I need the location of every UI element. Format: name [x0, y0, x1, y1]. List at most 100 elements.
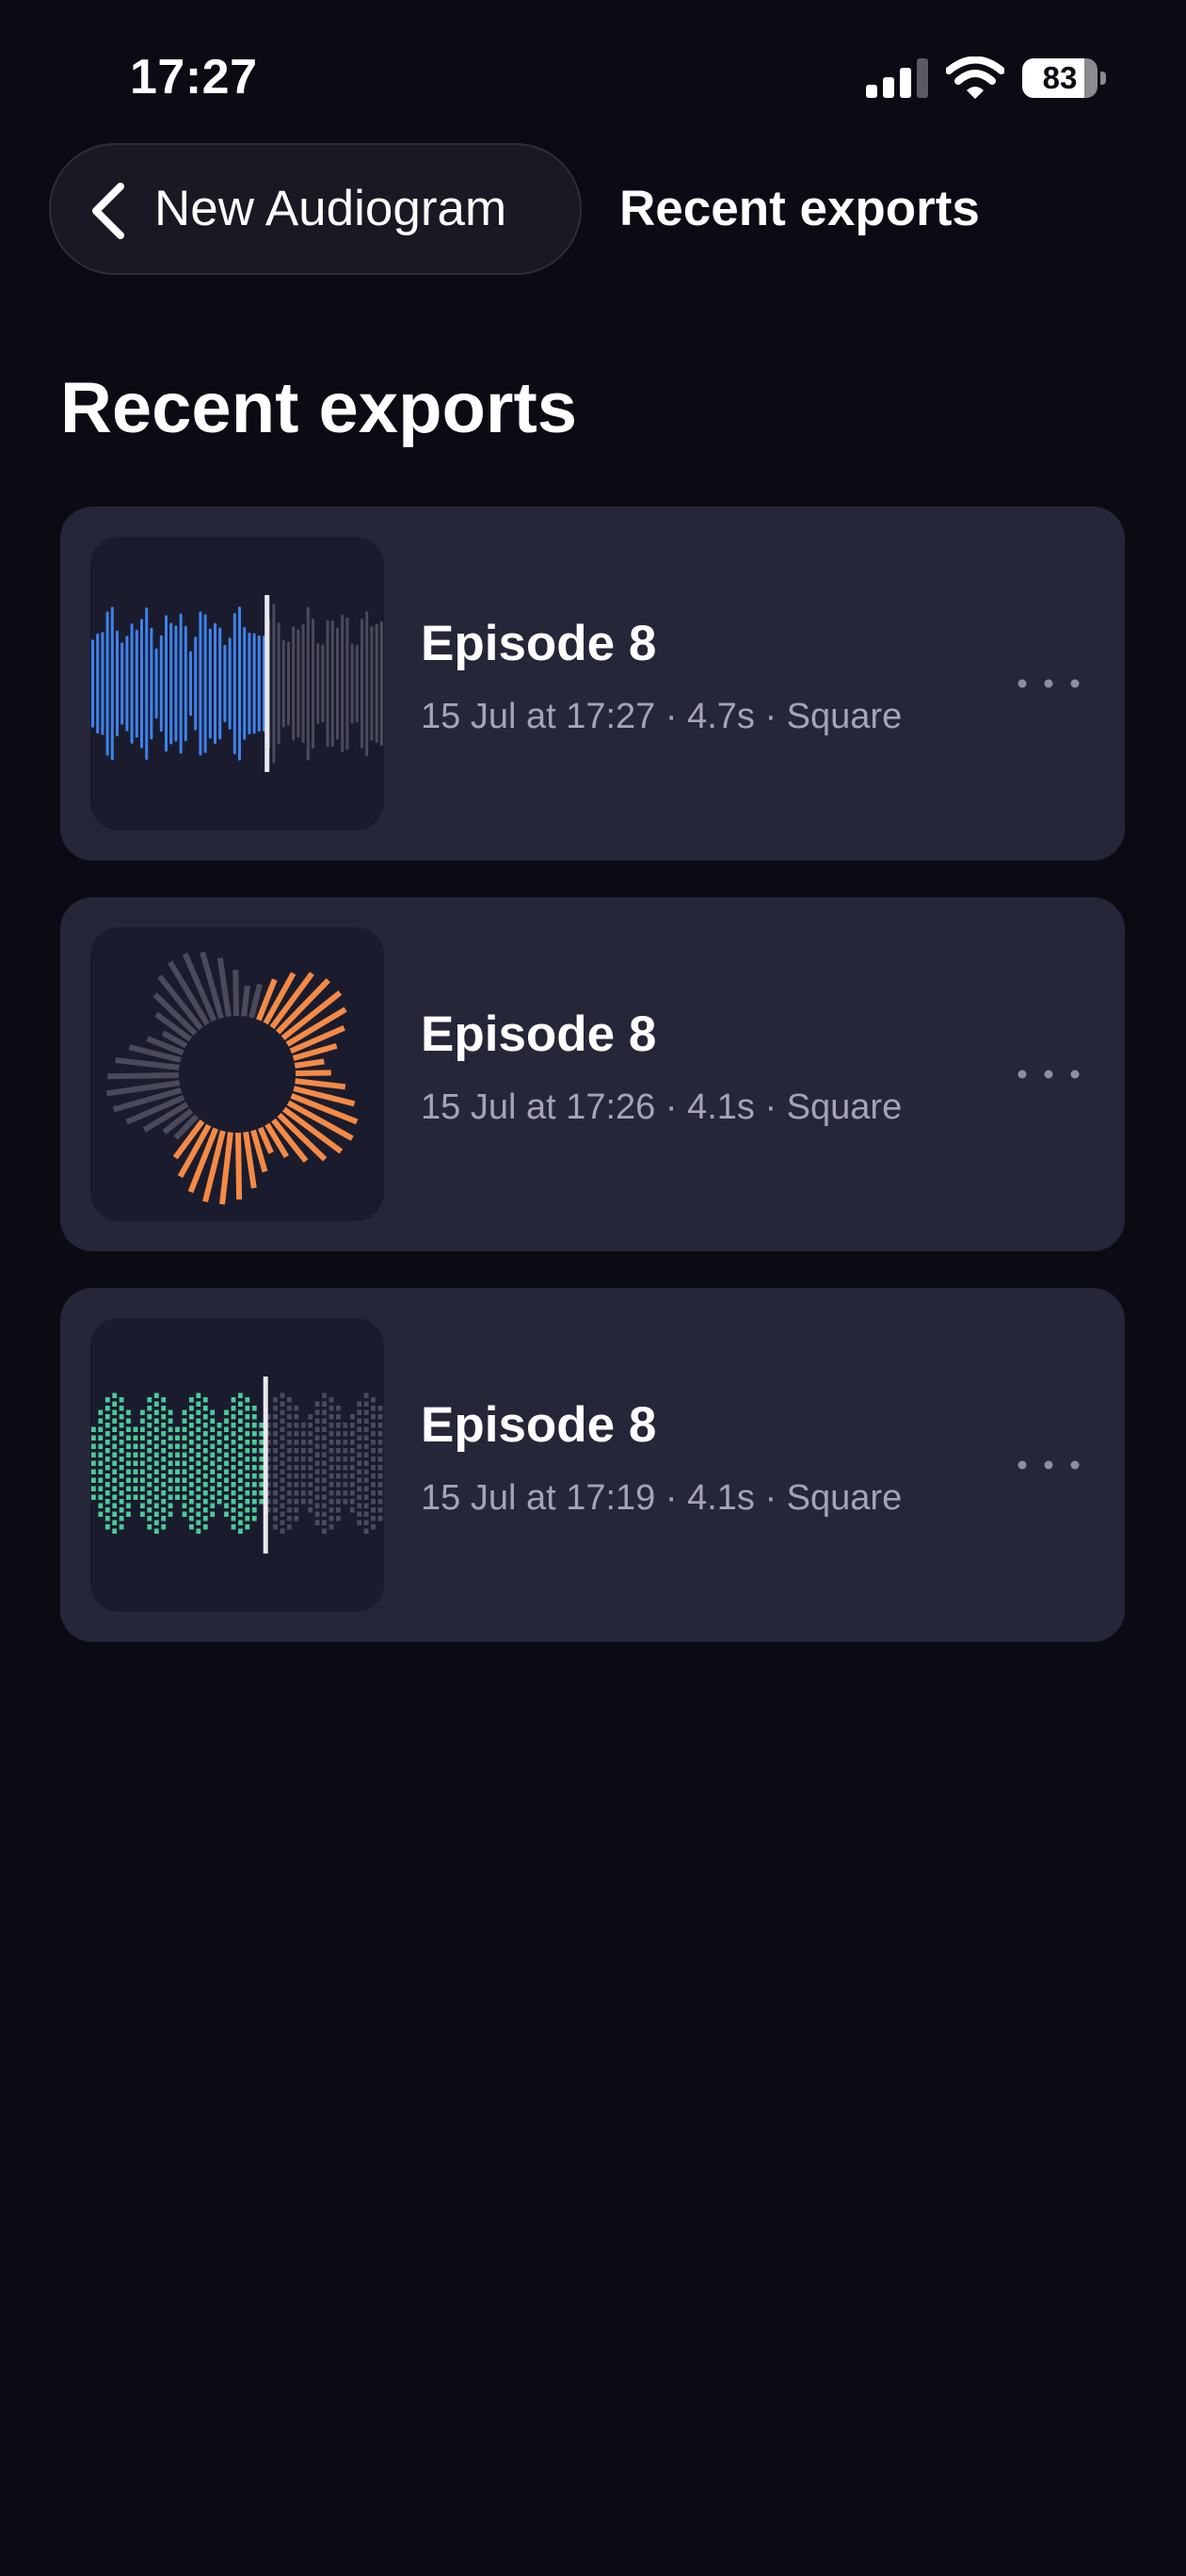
export-card[interactable]: Episode 8 15 Jul at 17:27 · 4.7s · Squar…: [60, 507, 1125, 861]
bar-segment: [363, 1409, 369, 1415]
more-options-button[interactable]: [1002, 1427, 1096, 1503]
more-options-button[interactable]: [1002, 1037, 1096, 1112]
waveform-bar: [350, 643, 354, 724]
bar-segment: [119, 1406, 124, 1411]
bar-segment: [287, 1457, 292, 1462]
bar-segment: [273, 1465, 278, 1471]
waveform-bar: [306, 606, 310, 761]
bar-segment: [153, 1494, 159, 1500]
bar-segment: [259, 1473, 264, 1479]
radial-bar: [235, 1132, 243, 1200]
bar-segment: [112, 1511, 118, 1517]
back-button[interactable]: New Audiogram: [49, 143, 582, 275]
chevron-left-icon: [92, 183, 124, 239]
bar-segment: [126, 1443, 131, 1449]
bar-segment: [314, 1511, 320, 1517]
bar-segment: [377, 1423, 383, 1428]
bar-segment: [147, 1448, 152, 1454]
bar-segment: [357, 1401, 362, 1407]
bar-segment: [273, 1482, 278, 1488]
waveform-bar: [287, 641, 290, 726]
bar-segment: [112, 1426, 118, 1432]
bar-segment: [112, 1520, 118, 1525]
segmented-bars-thumbnail: [91, 1377, 383, 1554]
bar-segment: [231, 1414, 236, 1420]
bar-segment: [287, 1423, 292, 1428]
bar-segment: [202, 1473, 208, 1479]
waveform-bar: [179, 613, 183, 754]
more-options-button[interactable]: [1002, 646, 1096, 721]
bar-segment: [119, 1490, 124, 1496]
bar-segment: [363, 1477, 369, 1483]
bar-segment: [153, 1393, 159, 1398]
export-card[interactable]: Episode 8 15 Jul at 17:19 · 4.1s · Squar…: [60, 1288, 1125, 1642]
bar-segment: [294, 1499, 299, 1505]
radial-bar: [115, 1057, 180, 1071]
bar-segment: [329, 1524, 334, 1530]
bar-segment: [280, 1460, 285, 1466]
bar-segment: [343, 1499, 348, 1505]
waveform-bar: [248, 632, 251, 735]
bar-segment: [104, 1397, 110, 1403]
waveform-bar: [150, 627, 153, 740]
bar-segment: [287, 1440, 292, 1445]
back-button-label: New Audiogram: [154, 181, 507, 236]
bar-segment: [231, 1482, 236, 1488]
bar-segment: [280, 1469, 285, 1474]
waveform-bar: [140, 619, 143, 749]
bar-segment: [363, 1494, 369, 1500]
bar-segment: [147, 1473, 152, 1479]
bar-segment: [273, 1516, 278, 1521]
waveform-bar: [257, 635, 261, 733]
bar-segment: [238, 1520, 243, 1525]
bar-segment: [322, 1528, 327, 1534]
bar-segment: [112, 1494, 118, 1500]
bar-segment: [153, 1511, 159, 1517]
waveform-bar: [292, 626, 296, 741]
bar-segment: [314, 1469, 320, 1474]
bar-segment: [294, 1423, 299, 1428]
bar-segment: [161, 1457, 167, 1462]
bar-segment: [371, 1516, 376, 1521]
bar-segment: [377, 1465, 383, 1471]
bar-segment: [189, 1406, 194, 1411]
bar-segment: [175, 1452, 180, 1457]
bar-segment: [280, 1528, 285, 1534]
export-card[interactable]: Episode 8 15 Jul at 17:26 · 4.1s · Squar…: [60, 897, 1125, 1251]
bar-segment: [224, 1494, 229, 1500]
bar-segment: [273, 1490, 278, 1496]
more-icon: [1018, 1460, 1080, 1470]
waveform-bar: [214, 622, 216, 745]
bar-segment: [273, 1440, 278, 1445]
bar-segment: [140, 1503, 145, 1508]
bar-segment: [329, 1440, 334, 1445]
bar-segment: [189, 1397, 194, 1403]
waveform-bar: [345, 617, 349, 750]
bar-segment: [371, 1524, 376, 1530]
bar-segment: [161, 1482, 167, 1488]
bar-segment: [238, 1418, 243, 1424]
status-time: 17:27: [130, 50, 258, 105]
bar-segment: [147, 1499, 152, 1505]
bar-segment: [273, 1499, 278, 1505]
bar-segment: [322, 1393, 327, 1398]
bar-segment: [196, 1503, 201, 1508]
bar-segment: [104, 1499, 110, 1505]
waveform-bar: [96, 633, 100, 734]
bar-segment: [98, 1494, 104, 1500]
bar-segment: [175, 1477, 180, 1483]
bar-segment: [104, 1431, 110, 1437]
bar-segment: [287, 1482, 292, 1488]
bar-segment: [238, 1469, 243, 1474]
bar-segment: [280, 1494, 285, 1500]
bar-segment: [133, 1452, 138, 1457]
bar-segment: [224, 1460, 229, 1466]
bar-segment: [119, 1431, 124, 1437]
bar-segment: [329, 1423, 334, 1428]
bar-segment: [224, 1418, 229, 1424]
bar-segment: [349, 1507, 355, 1513]
waveform-bar: [361, 619, 363, 749]
bar-segment: [245, 1431, 250, 1437]
battery-level: 83: [1042, 60, 1078, 95]
bar-segment: [377, 1516, 383, 1521]
